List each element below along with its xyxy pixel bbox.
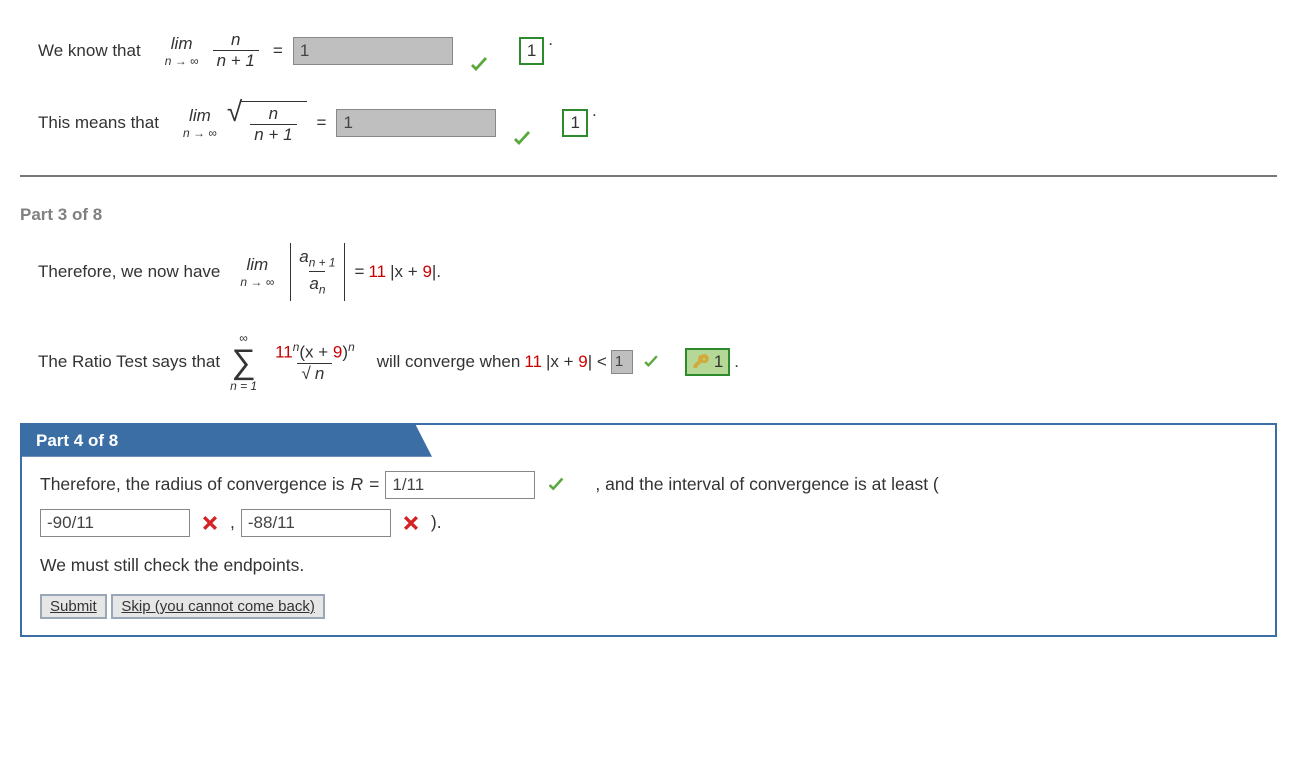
interval-upper-input[interactable] [241, 509, 391, 537]
dot: . [734, 352, 739, 372]
line-know: We know that lim n → ∞ n n + 1 = 1 . [38, 30, 1277, 71]
part4-note: We must still check the endpoints. [40, 555, 1257, 576]
correct-answer-box: 1 [562, 109, 587, 137]
equals: = [317, 113, 327, 133]
interval-lower-input[interactable] [40, 509, 190, 537]
part3-line2: The Ratio Test says that ∞ ∑ n = 1 11n(x… [38, 331, 1277, 393]
radius-input[interactable] [385, 471, 535, 499]
part4-line1b: , ). [40, 509, 1257, 537]
check-icon [641, 352, 661, 372]
fraction: n n + 1 [213, 30, 259, 71]
skip-button[interactable]: Skip (you cannot come back) [111, 594, 324, 619]
correct-answer-box: 1 [519, 37, 544, 65]
limit: lim n → ∞ [240, 255, 274, 289]
dot: . [548, 30, 553, 50]
eq: = [355, 262, 365, 282]
submit-button[interactable]: Submit [40, 594, 107, 619]
part3-label: Part 3 of 8 [20, 205, 1277, 225]
answer-input-3[interactable] [611, 350, 633, 374]
line-means: This means that lim n → ∞ √ n n + 1 = 1 … [38, 101, 1277, 145]
summation: ∞ ∑ n = 1 [230, 331, 257, 393]
check-icon [510, 127, 534, 151]
dot: . [592, 101, 597, 121]
limit: lim n → ∞ [183, 106, 217, 140]
x-icon [401, 513, 421, 533]
key-icon [692, 353, 710, 371]
text: will converge when [377, 352, 521, 372]
x-icon [200, 513, 220, 533]
divider [20, 175, 1277, 177]
text: We know that [38, 41, 141, 61]
answer-input-2[interactable] [336, 109, 496, 137]
sqrt: √ n n + 1 [227, 101, 307, 145]
button-row: Submit Skip (you cannot come back) [40, 594, 1257, 619]
series-term: 11n(x + 9)n √n [271, 340, 359, 384]
check-icon [467, 53, 491, 77]
equals: = [273, 41, 283, 61]
fraction: n n + 1 [250, 104, 296, 145]
abs-fraction: an + 1 an [290, 243, 344, 301]
coef: 11 [368, 262, 386, 282]
part4-container: Part 4 of 8 Therefore, the radius of con… [20, 423, 1277, 637]
text: This means that [38, 113, 159, 133]
part3-line1: Therefore, we now have lim n → ∞ an + 1 … [38, 243, 1277, 301]
text: Therefore, we now have [38, 262, 220, 282]
part4-line1: Therefore, the radius of convergence is … [40, 471, 1257, 499]
coef: 11 [524, 352, 542, 372]
check-icon [545, 474, 567, 496]
part4-tab: Part 4 of 8 [22, 425, 432, 457]
key-answer-box: 1 [685, 348, 730, 376]
answer-input-1[interactable] [293, 37, 453, 65]
text: The Ratio Test says that [38, 352, 220, 372]
limit: lim n → ∞ [165, 34, 199, 68]
